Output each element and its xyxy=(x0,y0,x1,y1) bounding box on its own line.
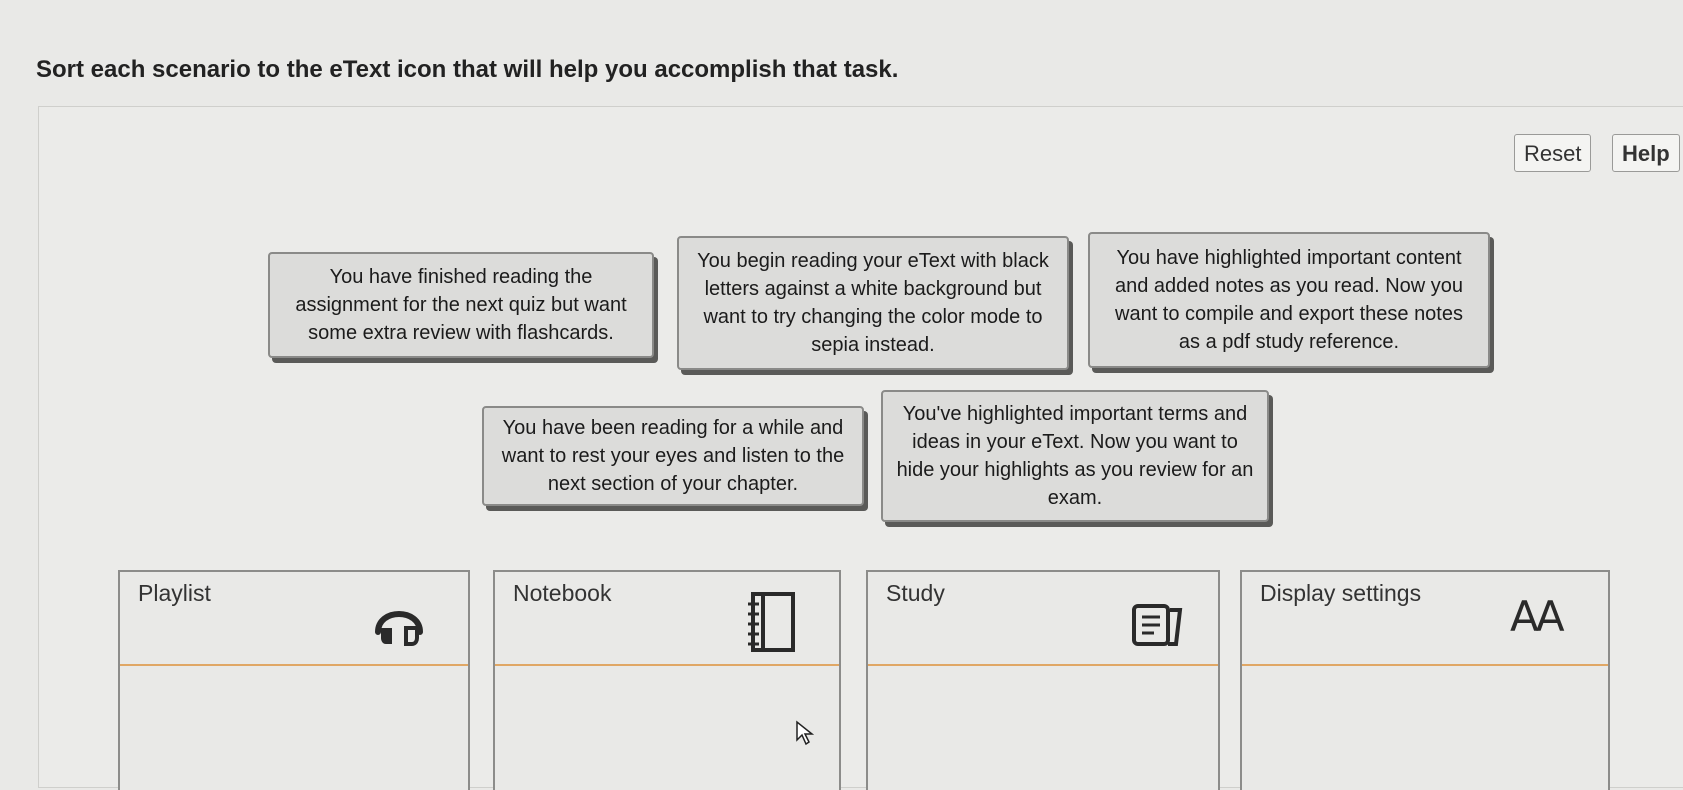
help-button[interactable]: Help xyxy=(1612,134,1680,172)
bin-notebook[interactable]: Notebook xyxy=(493,570,841,790)
notebook-icon xyxy=(745,590,797,659)
scenario-card-listen[interactable]: You have been reading for a while and wa… xyxy=(482,406,864,506)
headphones-icon xyxy=(370,594,428,653)
bin-display-settings[interactable]: Display settings AA xyxy=(1240,570,1610,790)
bin-label: Display settings xyxy=(1260,580,1422,606)
study-drop-zone[interactable] xyxy=(868,666,1218,790)
bin-label: Study xyxy=(886,580,945,606)
bin-label: Playlist xyxy=(138,580,211,606)
scenario-text: You have highlighted important content a… xyxy=(1114,247,1464,353)
notebook-drop-zone[interactable] xyxy=(495,666,839,790)
scenario-card-export-notes[interactable]: You have highlighted important content a… xyxy=(1088,232,1490,368)
scenario-text: You begin reading your eText with black … xyxy=(697,250,1049,356)
scenario-text: You've highlighted important terms and i… xyxy=(896,403,1254,509)
playlist-drop-zone[interactable] xyxy=(120,666,468,790)
reset-button[interactable]: Reset xyxy=(1514,134,1592,172)
instruction-text: Sort each scenario to the eText icon tha… xyxy=(36,56,899,83)
scenario-card-flashcards[interactable]: You have finished reading the assignment… xyxy=(268,252,654,358)
scenario-card-sepia[interactable]: You begin reading your eText with black … xyxy=(677,236,1069,370)
text-size-icon: AA xyxy=(1510,592,1565,641)
text-size-glyph: AA xyxy=(1510,592,1565,641)
scenario-text: You have been reading for a while and wa… xyxy=(501,417,845,495)
bin-label: Notebook xyxy=(513,580,612,606)
scenario-text: You have finished reading the assignment… xyxy=(295,266,627,344)
scenario-card-hide-highlights[interactable]: You've highlighted important terms and i… xyxy=(881,390,1269,522)
study-cards-icon xyxy=(1130,600,1184,655)
bin-playlist[interactable]: Playlist xyxy=(118,570,470,790)
mouse-cursor-icon xyxy=(795,720,815,751)
display-settings-drop-zone[interactable] xyxy=(1242,666,1608,790)
bin-study[interactable]: Study xyxy=(866,570,1220,790)
